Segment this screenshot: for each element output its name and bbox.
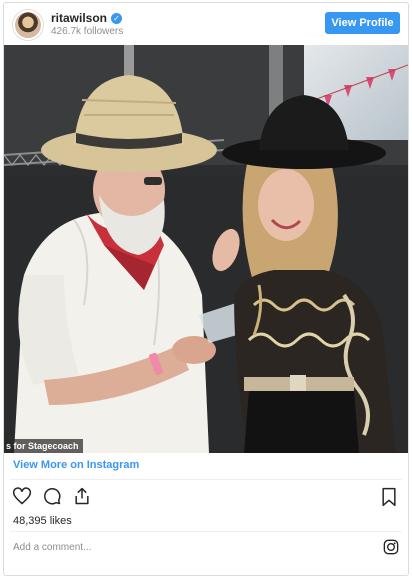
instagram-embed: ritawilson ✓ 426.7k followers View Profi…	[3, 2, 409, 576]
followers-count: 426.7k followers	[51, 26, 124, 37]
action-bar	[12, 486, 92, 506]
post-header: ritawilson ✓ 426.7k followers View Profi…	[4, 3, 408, 45]
username[interactable]: ritawilson	[51, 11, 107, 25]
username-row: ritawilson ✓	[51, 11, 123, 25]
likes-count: 48,395 likes	[13, 515, 72, 527]
divider	[10, 531, 402, 532]
bookmark-icon[interactable]	[380, 487, 398, 507]
share-icon[interactable]	[72, 486, 92, 506]
instagram-icon[interactable]	[383, 539, 399, 560]
verified-badge-icon: ✓	[111, 12, 123, 24]
photo-caption: s for Stagecoach	[4, 439, 83, 453]
add-comment-field[interactable]: Add a comment...	[13, 542, 91, 553]
heart-icon[interactable]	[12, 486, 32, 506]
comment-icon[interactable]	[42, 486, 62, 506]
avatar[interactable]	[13, 10, 43, 40]
divider	[10, 479, 402, 480]
view-profile-button[interactable]: View Profile	[325, 12, 400, 34]
view-more-link[interactable]: View More on Instagram	[13, 459, 139, 471]
post-photo[interactable]: s for Stagecoach	[4, 45, 408, 453]
